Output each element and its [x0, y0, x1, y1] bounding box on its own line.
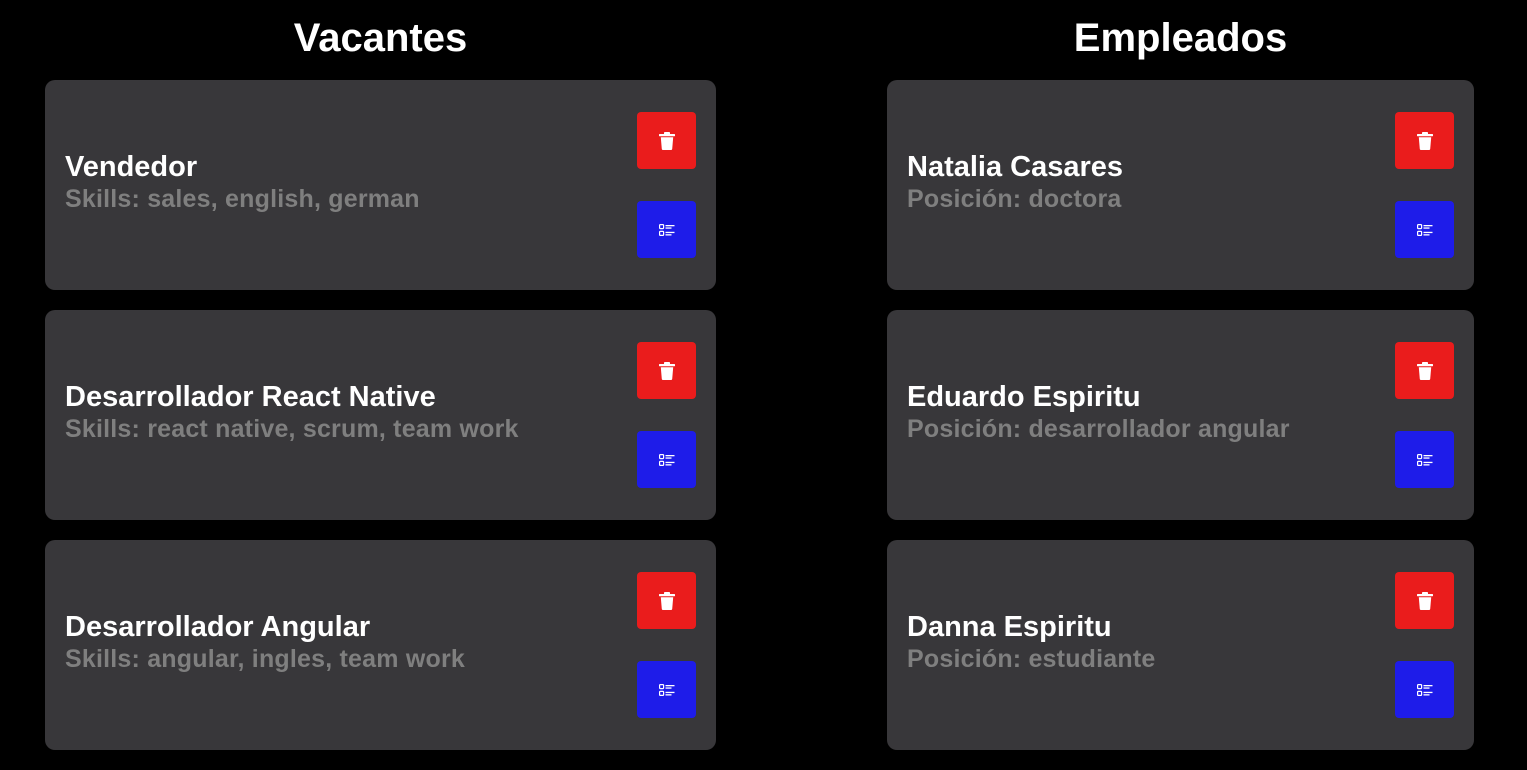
delete-button[interactable]	[1395, 342, 1454, 399]
empleado-position: Posición: desarrollador angular	[907, 415, 1290, 443]
list-icon	[1416, 223, 1433, 236]
empleado-name: Eduardo Espiritu	[907, 381, 1141, 413]
vacante-skills: Skills: angular, ingles, team work	[65, 645, 465, 673]
trash-icon	[658, 361, 675, 380]
delete-button[interactable]	[637, 112, 696, 169]
detail-button[interactable]	[637, 201, 696, 258]
list-icon	[1416, 453, 1433, 466]
trash-icon	[658, 591, 675, 610]
card-text: Danna Espiritu Posición: estudiante	[907, 540, 1364, 750]
card-text: Vendedor Skills: sales, english, german	[65, 80, 606, 290]
detail-button[interactable]	[1395, 201, 1454, 258]
vacantes-heading: Vacantes	[293, 16, 468, 60]
card-text: Desarrollador React Native Skills: react…	[65, 310, 606, 520]
empleado-card: Danna Espiritu Posición: estudiante	[887, 540, 1474, 750]
vacante-title: Vendedor	[65, 151, 198, 183]
card-text: Natalia Casares Posición: doctora	[907, 80, 1364, 290]
list-icon	[658, 223, 675, 236]
trash-icon	[1416, 591, 1433, 610]
delete-button[interactable]	[1395, 572, 1454, 629]
list-icon	[1416, 683, 1433, 696]
delete-button[interactable]	[637, 572, 696, 629]
vacante-title: Desarrollador React Native	[65, 381, 436, 413]
card-text: Desarrollador Angular Skills: angular, i…	[65, 540, 606, 750]
trash-icon	[1416, 361, 1433, 380]
card-text: Eduardo Espiritu Posición: desarrollador…	[907, 310, 1364, 520]
vacante-skills: Skills: sales, english, german	[65, 185, 420, 213]
empleado-name: Danna Espiritu	[907, 611, 1112, 643]
empleado-card: Eduardo Espiritu Posición: desarrollador…	[887, 310, 1474, 520]
detail-button[interactable]	[637, 661, 696, 718]
vacante-card: Vendedor Skills: sales, english, german	[45, 80, 716, 290]
vacantes-column: Vacantes Vendedor Skills: sales, english…	[45, 0, 716, 770]
empleado-card: Natalia Casares Posición: doctora	[887, 80, 1474, 290]
vacante-card: Desarrollador Angular Skills: angular, i…	[45, 540, 716, 750]
empleados-column: Empleados Natalia Casares Posición: doct…	[887, 0, 1474, 770]
vacante-skills: Skills: react native, scrum, team work	[65, 415, 519, 443]
detail-button[interactable]	[1395, 661, 1454, 718]
vacante-title: Desarrollador Angular	[65, 611, 371, 643]
empleados-heading: Empleados	[1073, 16, 1288, 60]
delete-button[interactable]	[1395, 112, 1454, 169]
empleado-name: Natalia Casares	[907, 151, 1124, 183]
vacante-card: Desarrollador React Native Skills: react…	[45, 310, 716, 520]
detail-button[interactable]	[637, 431, 696, 488]
delete-button[interactable]	[637, 342, 696, 399]
empleado-position: Posición: doctora	[907, 185, 1122, 213]
empleado-position: Posición: estudiante	[907, 645, 1156, 673]
list-icon	[658, 683, 675, 696]
trash-icon	[1416, 131, 1433, 150]
list-icon	[658, 453, 675, 466]
trash-icon	[658, 131, 675, 150]
detail-button[interactable]	[1395, 431, 1454, 488]
